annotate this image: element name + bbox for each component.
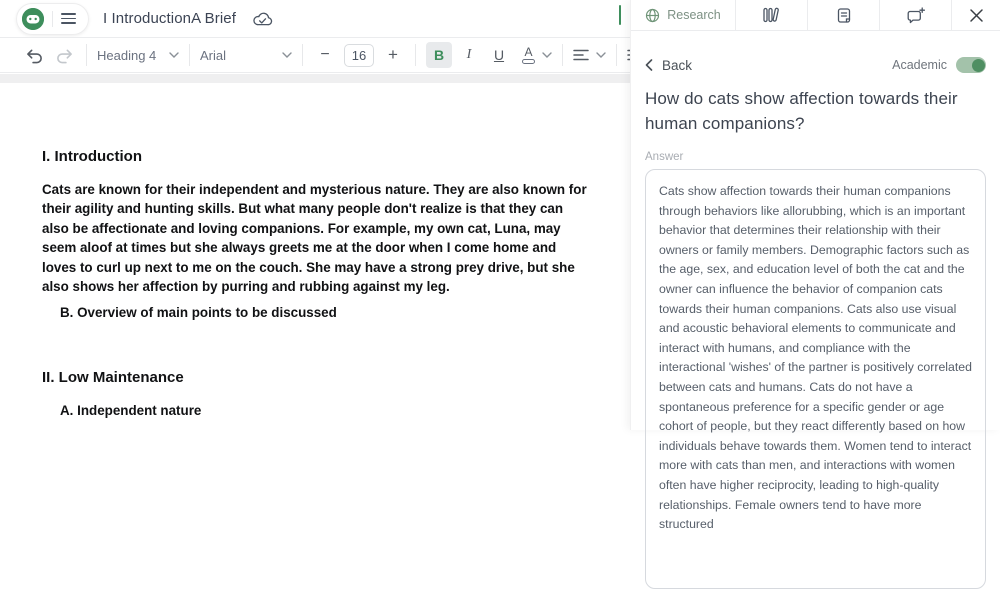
- toolbar-divider: [415, 44, 416, 66]
- library-books-icon: [762, 7, 781, 23]
- academic-toggle-group: Academic: [892, 57, 986, 73]
- document-title[interactable]: I IntroductionA Brief: [103, 10, 236, 27]
- text-color-icon: A: [522, 47, 535, 64]
- app-logo-icon[interactable]: [22, 8, 44, 30]
- tab-research[interactable]: Research: [631, 0, 736, 30]
- toolbar-divider: [189, 44, 190, 66]
- text-color-select[interactable]: A: [522, 47, 552, 64]
- text-align-select[interactable]: [573, 49, 606, 61]
- text-cursor: [619, 5, 621, 25]
- document-margin-strip: [0, 74, 632, 83]
- doc-subheading-a[interactable]: A. Independent nature: [60, 401, 201, 420]
- tab-new-chat[interactable]: [880, 0, 952, 30]
- tab-research-label: Research: [667, 8, 721, 22]
- underline-button[interactable]: U: [486, 42, 512, 68]
- align-icon: [573, 49, 589, 61]
- cloud-saved-icon: [252, 11, 273, 27]
- doc-heading-introduction[interactable]: I. Introduction: [42, 148, 142, 165]
- toolbar-divider: [86, 44, 87, 66]
- close-panel-button[interactable]: [952, 0, 1000, 30]
- toolbar-divider: [616, 44, 617, 66]
- doc-paragraph[interactable]: Cats are known for their independent and…: [42, 180, 592, 296]
- academic-toggle[interactable]: [956, 57, 986, 73]
- panel-body: Back Academic How do cats show affection…: [631, 57, 1000, 589]
- bold-button[interactable]: B: [426, 42, 452, 68]
- back-button[interactable]: Back: [645, 58, 692, 73]
- italic-button[interactable]: I: [456, 42, 482, 68]
- redo-button[interactable]: [52, 42, 76, 68]
- answer-label: Answer: [645, 151, 986, 163]
- chevron-down-icon: [169, 52, 179, 58]
- tab-notes[interactable]: [808, 0, 880, 30]
- toggle-knob: [972, 59, 985, 72]
- chevron-down-icon: [596, 52, 606, 58]
- document-header: I IntroductionA Brief: [0, 0, 632, 37]
- answer-textarea[interactable]: Cats show affection towards their human …: [645, 169, 986, 589]
- research-panel: Research: [630, 0, 1000, 430]
- decrease-font-size-button[interactable]: −: [313, 42, 337, 68]
- hamburger-menu-icon[interactable]: [61, 13, 76, 24]
- chat-plus-icon: [907, 7, 925, 24]
- editor-content[interactable]: I. Introduction Cats are known for their…: [0, 83, 632, 430]
- globe-icon: [645, 8, 660, 23]
- font-family-value: Arial: [200, 48, 226, 63]
- research-question: How do cats show affection towards their…: [645, 86, 986, 136]
- panel-header-row: Back Academic: [645, 57, 986, 73]
- back-label: Back: [662, 58, 692, 73]
- paragraph-style-select[interactable]: Heading 4: [97, 48, 179, 63]
- academic-label: Academic: [892, 58, 947, 72]
- app-menu-pill[interactable]: [16, 3, 89, 35]
- toolbar-divider: [302, 44, 303, 66]
- font-size-input[interactable]: 16: [344, 44, 374, 67]
- doc-subheading-b[interactable]: B. Overview of main points to be discuss…: [60, 303, 337, 322]
- chevron-left-icon: [645, 59, 653, 71]
- close-icon: [969, 8, 984, 23]
- tab-library[interactable]: [736, 0, 808, 30]
- pill-divider: [52, 11, 53, 27]
- chevron-down-icon: [542, 52, 552, 58]
- font-family-select[interactable]: Arial: [200, 48, 292, 63]
- undo-button[interactable]: [22, 42, 46, 68]
- notepad-icon: [836, 7, 852, 24]
- paragraph-style-value: Heading 4: [97, 48, 156, 63]
- doc-heading-low-maintenance[interactable]: II. Low Maintenance: [42, 369, 184, 386]
- chevron-down-icon: [282, 52, 292, 58]
- panel-tab-bar: Research: [631, 0, 1000, 31]
- increase-font-size-button[interactable]: +: [381, 42, 405, 68]
- toolbar-divider: [562, 44, 563, 66]
